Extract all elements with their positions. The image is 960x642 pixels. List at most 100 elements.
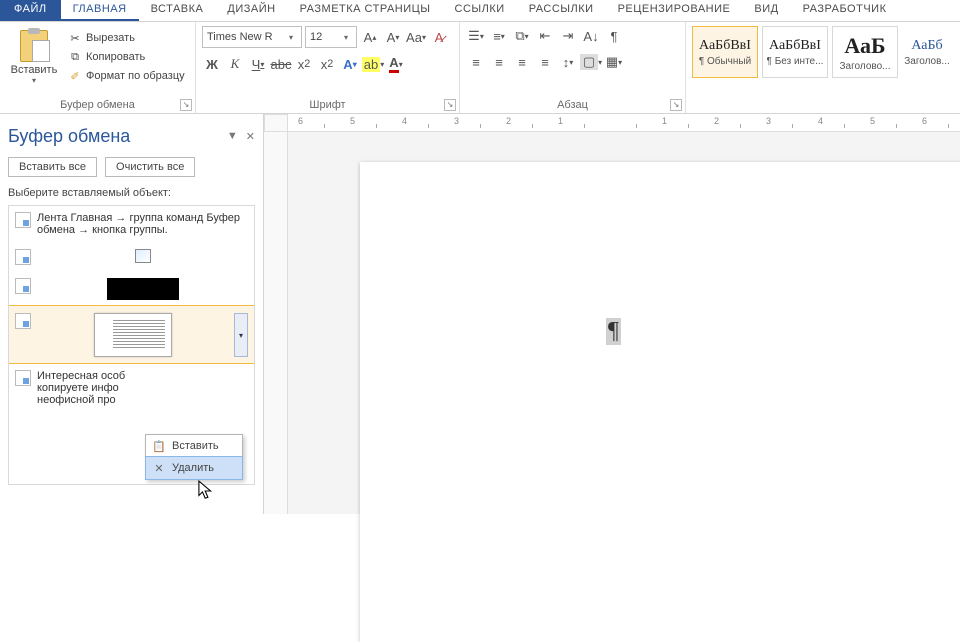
scissors-icon: ✂ [68, 31, 82, 45]
copy-button[interactable]: ⧉ Копировать [66, 49, 187, 65]
paste-button[interactable]: Вставить ▾ [6, 26, 62, 94]
tab-mailings[interactable]: РАССЫЛКИ [517, 0, 606, 21]
document-page[interactable]: ¶ [360, 162, 960, 642]
font-name-value: Times New R [207, 31, 285, 43]
align-left-button[interactable]: ≡ [466, 52, 486, 72]
style-sample: АаБбВвI [699, 38, 751, 54]
document-area: 654321123456 ¶ [264, 114, 960, 514]
tab-developer[interactable]: РАЗРАБОТЧИК [791, 0, 899, 21]
tab-file[interactable]: ФАЙЛ [0, 0, 61, 21]
clipboard-item[interactable] [9, 271, 254, 306]
style-no-spacing[interactable]: АаБбВвI ¶ Без инте... [762, 26, 828, 78]
group-paragraph: ☰▾ ≡▾ ⧉▾ ⇤ ⇥ A↓ ¶ ≡ ≡ ≡ ≡ ↕▾ ▢▾ ▦▾ Абзац… [460, 22, 686, 113]
style-sample: АаБ [844, 33, 885, 59]
context-menu: 📋 Вставить ✕ Удалить [145, 434, 243, 480]
align-center-button[interactable]: ≡ [489, 52, 509, 72]
pane-title: Буфер обмена [8, 126, 130, 147]
underline-button[interactable]: Ч▾ [248, 54, 268, 74]
font-size-select[interactable]: 12 ▾ [305, 26, 357, 48]
align-right-button[interactable]: ≡ [512, 52, 532, 72]
style-name: Заголов... [904, 56, 950, 67]
subscript-button[interactable]: x2 [294, 54, 314, 74]
delete-icon: ✕ [152, 461, 166, 475]
grow-font-button[interactable]: A▴ [360, 27, 380, 47]
tab-references[interactable]: ССЫЛКИ [443, 0, 517, 21]
context-delete-label: Удалить [172, 462, 214, 474]
ruler-corner [264, 114, 288, 132]
horizontal-ruler[interactable]: 654321123456 [288, 114, 960, 132]
cut-button[interactable]: ✂ Вырезать [66, 30, 187, 46]
decrease-indent-button[interactable]: ⇤ [535, 26, 555, 46]
pilcrow-mark: ¶ [606, 318, 621, 345]
pane-options-icon[interactable]: ▼ [227, 130, 238, 143]
superscript-button[interactable]: x2 [317, 54, 337, 74]
chevron-down-icon: ▾ [340, 33, 352, 42]
show-marks-button[interactable]: ¶ [604, 26, 624, 46]
clip-type-icon [15, 313, 31, 329]
ribbon-tabs: ФАЙЛ ГЛАВНАЯ ВСТАВКА ДИЗАЙН РАЗМЕТКА СТР… [0, 0, 960, 22]
clipboard-item[interactable]: Лента Главная → группа команд Буфер обме… [9, 206, 254, 242]
pane-hint: Выберите вставляемый объект: [8, 187, 255, 199]
borders-button[interactable]: ▦▾ [604, 52, 624, 72]
style-heading2[interactable]: АаБб Заголов... [902, 26, 952, 78]
brush-icon: ✐ [68, 69, 82, 83]
tab-design[interactable]: ДИЗАЙН [215, 0, 287, 21]
sort-button[interactable]: A↓ [581, 26, 601, 46]
clip-type-icon [15, 212, 31, 228]
tab-insert[interactable]: ВСТАВКА [139, 0, 216, 21]
group-font: Times New R ▾ 12 ▾ A▴ A▾ Aa▾ A̷ Ж К Ч▾ a… [196, 22, 460, 113]
tab-review[interactable]: РЕЦЕНЗИРОВАНИЕ [606, 0, 743, 21]
strikethrough-button[interactable]: abc [271, 54, 291, 74]
tab-view[interactable]: ВИД [742, 0, 790, 21]
cut-label: Вырезать [86, 32, 135, 44]
clip-thumb-image [135, 249, 151, 263]
work-area: Буфер обмена ▼ ✕ Вставить все Очистить в… [0, 114, 960, 514]
text-effects-button[interactable]: A▾ [340, 54, 360, 74]
clipboard-icon [20, 28, 48, 62]
clipboard-item[interactable] [9, 242, 254, 271]
context-paste[interactable]: 📋 Вставить [146, 435, 242, 457]
italic-button[interactable]: К [225, 54, 245, 74]
paste-all-button[interactable]: Вставить все [8, 157, 97, 177]
bullets-button[interactable]: ☰▾ [466, 26, 486, 46]
paste-label: Вставить [11, 64, 58, 76]
style-normal[interactable]: АаБбВвI ¶ Обычный [692, 26, 758, 78]
pane-close-icon[interactable]: ✕ [246, 130, 255, 143]
clipboard-item-selected[interactable]: ▾ [9, 306, 254, 363]
clip-dropdown-button[interactable]: ▾ [234, 313, 248, 357]
multilevel-list-button[interactable]: ⧉▾ [512, 26, 532, 46]
bold-button[interactable]: Ж [202, 54, 222, 74]
clip-type-icon [15, 249, 31, 265]
group-styles: АаБбВвI ¶ Обычный АаБбВвI ¶ Без инте... … [686, 22, 960, 113]
font-color-button[interactable]: A▾ [386, 54, 406, 74]
font-name-select[interactable]: Times New R ▾ [202, 26, 302, 48]
line-spacing-button[interactable]: ↕▾ [558, 52, 578, 72]
shading-button[interactable]: ▢▾ [581, 52, 601, 72]
highlight-button[interactable]: ab▾ [363, 54, 383, 74]
vertical-ruler[interactable] [264, 132, 288, 514]
context-delete[interactable]: ✕ Удалить [146, 457, 242, 479]
format-painter-button[interactable]: ✐ Формат по образцу [66, 68, 187, 84]
style-name: ¶ Обычный [699, 56, 751, 67]
justify-button[interactable]: ≡ [535, 52, 555, 72]
group-font-launcher[interactable]: ↘ [444, 99, 456, 111]
style-name: Заголово... [840, 61, 891, 72]
change-case-button[interactable]: Aa▾ [406, 27, 426, 47]
shrink-font-button[interactable]: A▾ [383, 27, 403, 47]
style-heading1[interactable]: АаБ Заголово... [832, 26, 898, 78]
clip-thumb-image [107, 278, 179, 300]
clear-all-button[interactable]: Очистить все [105, 157, 195, 177]
increase-indent-button[interactable]: ⇥ [558, 26, 578, 46]
numbering-button[interactable]: ≡▾ [489, 26, 509, 46]
group-paragraph-launcher[interactable]: ↘ [670, 99, 682, 111]
group-clipboard-launcher[interactable]: ↘ [180, 99, 192, 111]
style-sample: АаБб [911, 38, 942, 54]
tab-page-layout[interactable]: РАЗМЕТКА СТРАНИЦЫ [288, 0, 443, 21]
ribbon: Вставить ▾ ✂ Вырезать ⧉ Копировать ✐ Фор… [0, 22, 960, 114]
group-font-title: Шрифт [196, 99, 459, 111]
clear-formatting-button[interactable]: A̷ [429, 27, 449, 47]
group-clipboard-title: Буфер обмена [0, 99, 195, 111]
tab-home[interactable]: ГЛАВНАЯ [61, 0, 139, 21]
clip-thumb-doc [94, 313, 172, 357]
clipboard-item[interactable]: Интересная особ копируете инфо неофисной… [9, 363, 254, 412]
